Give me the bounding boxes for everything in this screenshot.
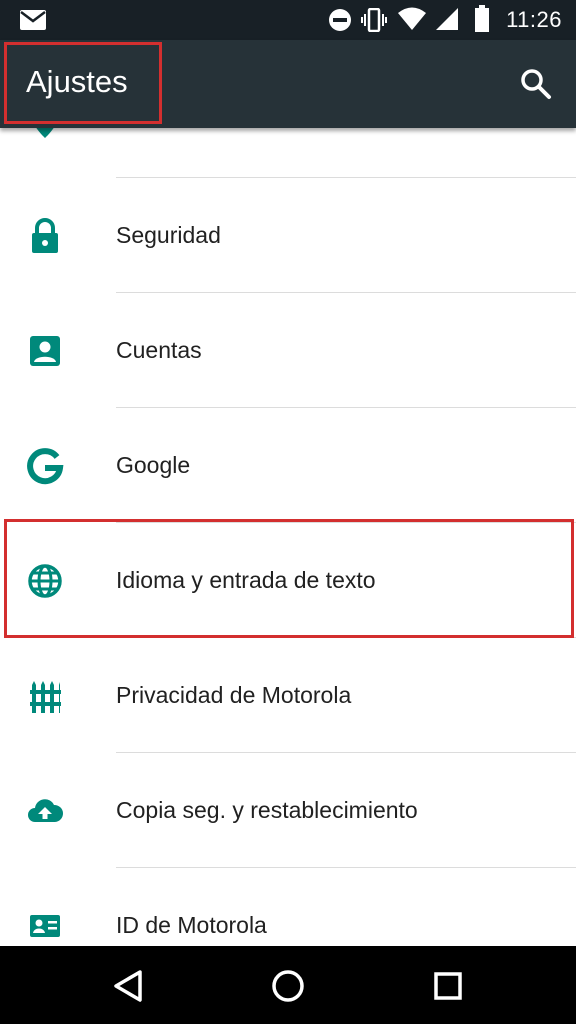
settings-item-seguridad[interactable]: Seguridad <box>0 178 576 293</box>
id-card-icon <box>30 915 60 937</box>
back-icon[interactable] <box>108 966 148 1006</box>
navigation-bar <box>0 946 576 1024</box>
settings-item-label: Seguridad <box>116 222 221 248</box>
google-icon <box>27 448 64 485</box>
globe-icon <box>28 564 62 598</box>
home-icon[interactable] <box>268 966 308 1006</box>
lock-icon <box>32 218 58 253</box>
dnd-icon <box>329 9 351 31</box>
mail-icon <box>20 10 46 30</box>
recents-icon[interactable] <box>428 966 468 1006</box>
fence-icon <box>30 681 61 713</box>
settings-list: Ubicación Seguridad Cuentas Google <box>0 128 576 946</box>
status-bar: 11:26 <box>0 0 576 40</box>
settings-item-label: Idioma y entrada de texto <box>116 567 376 593</box>
settings-item-privacidad[interactable]: Privacidad de Motorola <box>0 638 576 753</box>
wifi-icon <box>398 7 426 30</box>
account-icon <box>30 336 60 366</box>
page-title: Ajustes <box>26 64 128 99</box>
status-time: 11:26 <box>506 7 562 32</box>
settings-item-label: Ubicación <box>116 128 217 178</box>
battery-icon <box>475 5 489 32</box>
signal-icon <box>436 8 458 30</box>
settings-item-copia-seguridad[interactable]: Copia seg. y restablecimiento <box>0 753 576 868</box>
cloud-upload-icon <box>28 799 64 822</box>
vibrate-icon <box>361 8 387 32</box>
settings-item-google[interactable]: Google <box>0 408 576 523</box>
search-icon[interactable] <box>518 66 554 102</box>
settings-item-id-motorola[interactable]: ID de Motorola <box>0 868 576 946</box>
settings-item-cuentas[interactable]: Cuentas <box>0 293 576 408</box>
settings-item-idioma[interactable]: Idioma y entrada de texto <box>0 523 576 638</box>
settings-item-label: Cuentas <box>116 337 202 363</box>
app-bar: Ajustes <box>0 40 576 128</box>
settings-item-label: ID de Motorola <box>116 912 267 938</box>
settings-item-label: Privacidad de Motorola <box>116 682 352 708</box>
settings-item-ubicacion[interactable]: Ubicación <box>0 128 576 178</box>
settings-item-label: Google <box>116 452 191 478</box>
settings-item-label: Copia seg. y restablecimiento <box>116 797 418 823</box>
location-icon <box>36 128 54 138</box>
